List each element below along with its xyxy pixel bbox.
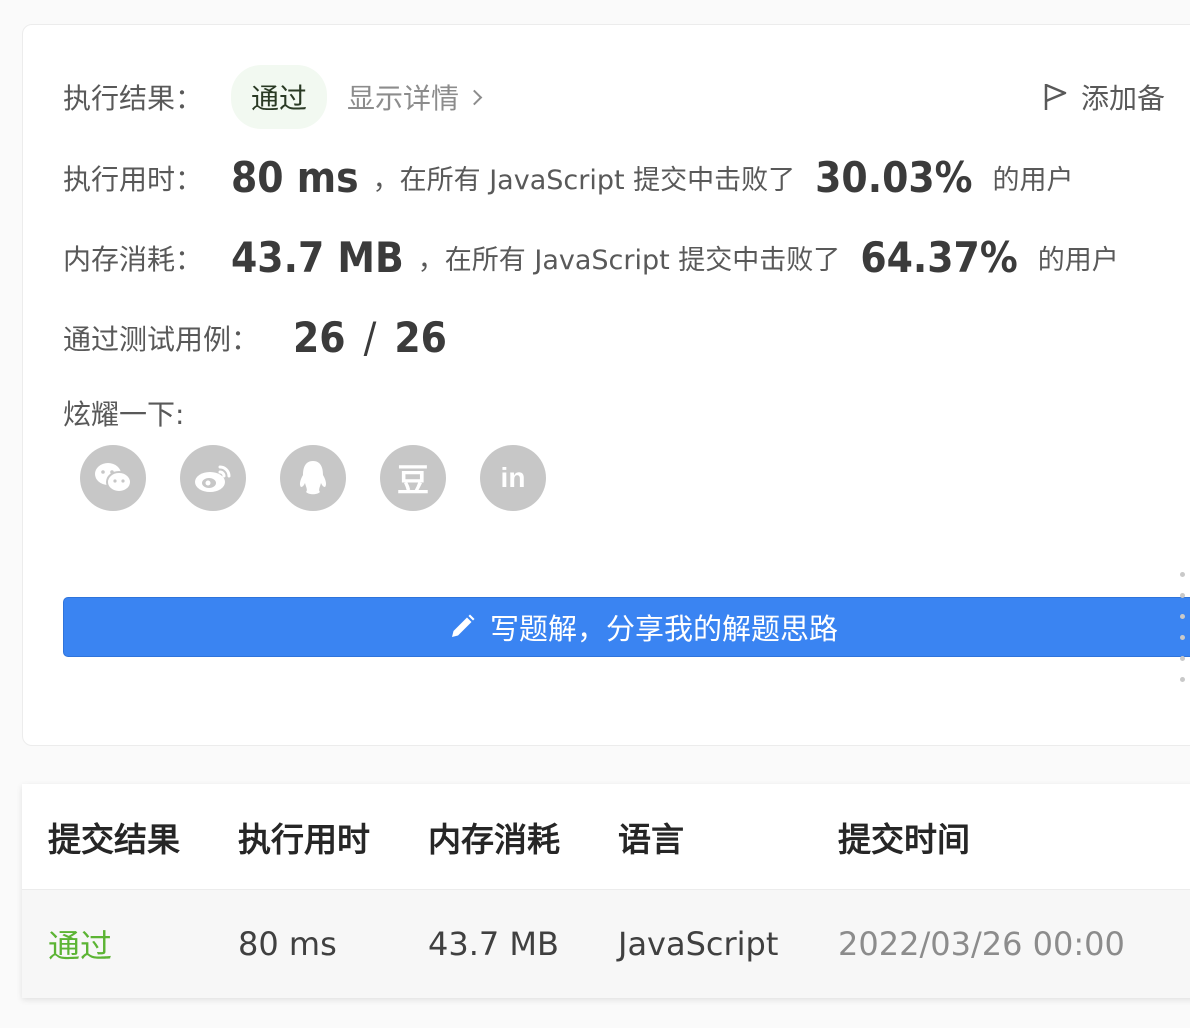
runtime-row: 执行用时： 80 ms ，在所有 JavaScript 提交中击败了 30.03… <box>63 153 1074 202</box>
runtime-suffix: 的用户 <box>992 165 1074 196</box>
result-label: 执行结果： <box>63 82 204 115</box>
write-solution-button[interactable]: 写题解，分享我的解题思路 <box>63 597 1190 657</box>
share-label: 炫耀一下: <box>63 398 185 431</box>
row-runtime: 80 ms <box>238 925 337 963</box>
weibo-icon[interactable] <box>180 445 246 511</box>
show-details-link[interactable]: 显示详情 <box>347 77 483 117</box>
header-submit-time: 提交时间 <box>838 819 970 859</box>
memory-row: 内存消耗： 43.7 MB ，在所有 JavaScript 提交中击败了 64.… <box>63 233 1119 282</box>
submission-table: 提交结果 执行用时 内存消耗 语言 提交时间 通过 80 ms 43.7 MB … <box>22 784 1190 998</box>
qq-icon[interactable] <box>280 445 346 511</box>
header-language: 语言 <box>618 819 684 859</box>
result-row: 执行结果： 通过 显示详情 <box>63 65 483 129</box>
chevron-right-icon <box>466 89 483 105</box>
runtime-label: 执行用时： <box>63 162 204 196</box>
row-language: JavaScript <box>618 925 779 963</box>
runtime-beat-text: ，在所有 JavaScript 提交中击败了 <box>372 165 796 196</box>
memory-percent: 64.37% <box>860 233 1018 282</box>
write-solution-label: 写题解，分享我的解题思路 <box>489 612 838 646</box>
tests-passed: 26 <box>293 313 346 362</box>
linkedin-glyph: in <box>500 462 526 493</box>
table-header: 提交结果 执行用时 内存消耗 语言 提交时间 <box>22 784 1190 890</box>
header-runtime: 执行用时 <box>238 819 370 859</box>
show-details-label: 显示详情 <box>347 82 460 115</box>
row-memory: 43.7 MB <box>428 925 559 963</box>
row-status-link[interactable]: 通过 <box>48 890 112 998</box>
share-row: 炫耀一下: <box>63 393 184 433</box>
header-memory: 内存消耗 <box>428 819 560 859</box>
tests-separator: / <box>363 313 377 362</box>
add-note-label: 添加备 <box>1081 82 1166 115</box>
douban-icon[interactable]: 豆 <box>380 445 446 511</box>
pencil-icon <box>448 613 476 641</box>
row-submit-time: 2022/03/26 00:00 <box>838 925 1125 963</box>
header-result: 提交结果 <box>48 819 180 859</box>
resize-handle[interactable] <box>1180 572 1188 698</box>
runtime-value: 80 ms <box>231 153 359 202</box>
flag-icon <box>1043 82 1069 112</box>
tests-label: 通过测试用例： <box>63 322 260 356</box>
add-note-button[interactable]: 添加备 <box>1043 77 1165 117</box>
linkedin-icon[interactable]: in <box>480 445 546 511</box>
status-badge: 通过 <box>231 65 328 129</box>
memory-beat-text: ，在所有 JavaScript 提交中击败了 <box>417 245 841 276</box>
result-card: 执行结果： 通过 显示详情 添加备 执行用时： 80 ms ，在所有 JavaS… <box>22 24 1190 746</box>
tests-row: 通过测试用例： 26 / 26 <box>63 313 447 362</box>
memory-label: 内存消耗： <box>63 242 204 276</box>
memory-suffix: 的用户 <box>1037 245 1119 276</box>
table-row[interactable]: 通过 80 ms 43.7 MB JavaScript 2022/03/26 0… <box>22 890 1190 998</box>
wechat-icon[interactable] <box>80 445 146 511</box>
memory-value: 43.7 MB <box>231 233 404 282</box>
douban-glyph: 豆 <box>396 461 429 499</box>
runtime-percent: 30.03% <box>815 153 973 202</box>
tests-total: 26 <box>394 313 447 362</box>
